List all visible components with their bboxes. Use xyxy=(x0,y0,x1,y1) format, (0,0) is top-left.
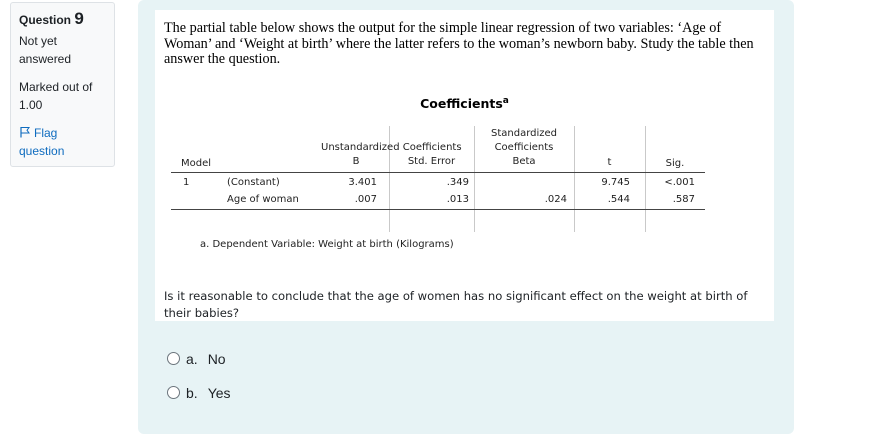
cell-sig: .587 xyxy=(672,194,695,205)
question-grade: Marked out of 1.00 xyxy=(19,80,93,112)
cell-sig: <.001 xyxy=(664,177,695,188)
question-content: The partial table below shows the output… xyxy=(138,0,794,434)
header-standardized-line2: Coefficients xyxy=(494,142,554,153)
header-standardized-line1: Standardized xyxy=(490,128,558,139)
question-intro-text: The partial table below shows the output… xyxy=(164,20,754,67)
cell-t: 9.745 xyxy=(601,177,630,188)
cell-b: 3.401 xyxy=(348,177,377,188)
option-text: Yes xyxy=(207,385,231,401)
coefficients-title-footnote-mark: a xyxy=(502,96,509,106)
flag-icon xyxy=(20,127,30,138)
cell-model: 1 xyxy=(183,177,190,188)
header-std-error: Std. Error xyxy=(407,156,456,167)
header-t: t xyxy=(607,157,612,168)
cell-std-error: .349 xyxy=(446,177,469,188)
question-text-box: The partial table below shows the output… xyxy=(155,10,774,321)
cell-b: .007 xyxy=(354,194,377,205)
question-prompt: Is it reasonable to conclude that the ag… xyxy=(164,289,748,320)
header-model: Model xyxy=(181,158,212,169)
question-number-value: 9 xyxy=(74,9,84,28)
answer-option-no[interactable]: a. No xyxy=(167,350,226,368)
cell-term: (Constant) xyxy=(227,177,280,188)
question-label: Question xyxy=(19,13,72,27)
coefficients-title-text: Coefficients xyxy=(420,96,503,112)
radio-button[interactable] xyxy=(167,352,180,365)
header-unstandardized: Unstandardized Coefficients xyxy=(321,142,462,153)
cell-term: Age of woman xyxy=(227,194,299,205)
coefficients-table-title: Coefficientsa xyxy=(155,96,774,111)
question-state: Not yet answered xyxy=(19,34,72,66)
table-header-row: Model B Std. Error Beta t Sig. xyxy=(171,156,705,173)
cell-beta: .024 xyxy=(544,194,567,205)
header-b: B xyxy=(352,156,360,167)
table-row: 1 (Constant) 3.401 .349 9.745 <.001 xyxy=(171,173,705,191)
question-number: Question 9 xyxy=(19,9,106,30)
question-info-panel: Question 9 Not yet answered Marked out o… xyxy=(10,2,115,167)
option-letter: a. xyxy=(186,351,198,367)
header-sig: Sig. xyxy=(665,158,685,169)
table-row: Age of woman .007 .013 .024 .544 .587 xyxy=(171,191,705,210)
flag-question-link[interactable]: Flag question xyxy=(19,124,106,160)
table-header-row: Unstandardized Coefficients Standardized… xyxy=(171,126,705,156)
option-letter: b. xyxy=(186,385,198,401)
option-text: No xyxy=(207,351,226,367)
radio-button[interactable] xyxy=(167,386,180,399)
cell-t: .544 xyxy=(607,194,630,205)
table-footnote: a. Dependent Variable: Weight at birth (… xyxy=(200,239,454,250)
cell-std-error: .013 xyxy=(446,194,469,205)
header-beta: Beta xyxy=(512,156,536,167)
answer-option-yes[interactable]: b. Yes xyxy=(167,384,231,402)
coefficients-table: Unstandardized Coefficients Standardized… xyxy=(171,126,705,232)
